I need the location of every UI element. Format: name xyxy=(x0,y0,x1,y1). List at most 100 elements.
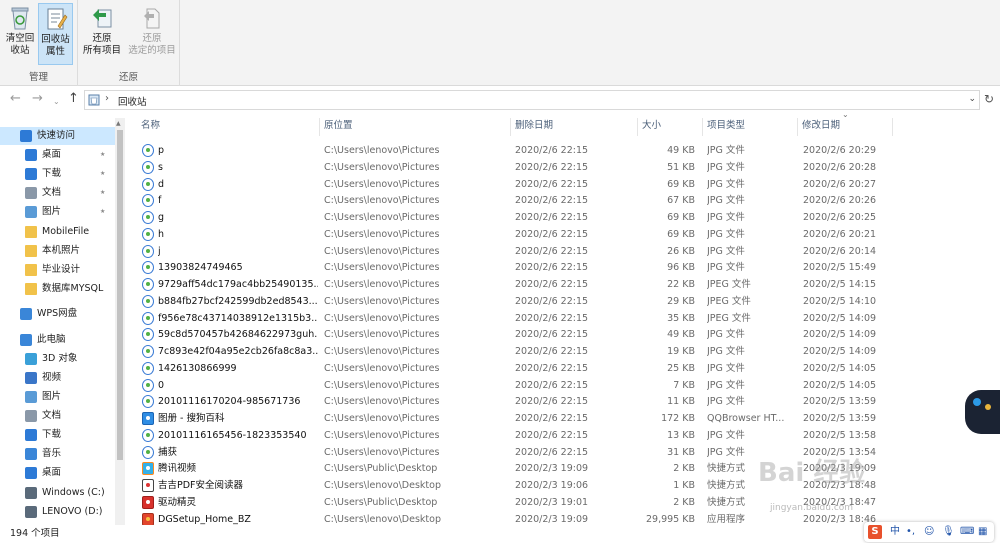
breadcrumb-separator-icon: › xyxy=(105,93,109,104)
address-path[interactable]: 回收站 xyxy=(118,94,147,108)
sidebar-item[interactable]: LENOVO (D:) xyxy=(0,503,115,521)
floating-widget[interactable] xyxy=(965,390,1000,434)
sidebar-item[interactable]: 下载 ★ xyxy=(0,165,115,183)
file-row[interactable]: 捕获 C:\Users\lenovo\Pictures 2020/2/6 22:15… xyxy=(128,444,998,461)
image-file-icon xyxy=(142,395,154,409)
restore-selected-button[interactable]: 还原 选定的项目 xyxy=(126,3,178,65)
file-row[interactable]: g C:\Users\lenovo\Pictures 2020/2/6 22:15 6… xyxy=(128,209,998,226)
emoji-icon[interactable]: ☺ xyxy=(924,525,934,539)
file-row[interactable]: p C:\Users\lenovo\Pictures 2020/2/6 22:15 4… xyxy=(128,142,998,159)
file-row[interactable]: 7c893e42f04a95e2cb26fa8c8a3... C:\Users\l… xyxy=(128,343,998,360)
ime-punct[interactable]: •, xyxy=(906,525,915,539)
ime-language[interactable]: 中 xyxy=(890,525,900,539)
file-row[interactable]: 1426130866999 C:\Users\lenovo\Pictures 202… xyxy=(128,360,998,377)
column-header-type[interactable]: 项目类型 xyxy=(703,118,798,136)
sidebar-item[interactable]: 此电脑 xyxy=(0,331,115,349)
sidebar-item[interactable]: 文档 xyxy=(0,407,115,425)
sidebar-item[interactable]: 快速访问 xyxy=(0,127,115,145)
file-type: JPG 文件 xyxy=(707,212,745,223)
file-row[interactable]: b884fb27bcf242599db2ed8543... C:\Users\le… xyxy=(128,293,998,310)
empty-recycle-bin-button[interactable]: 清空回 收站 xyxy=(3,3,37,65)
sidebar-item[interactable]: 3D 对象 xyxy=(0,350,115,368)
sidebar-item[interactable]: MobileFile xyxy=(0,223,115,241)
file-row[interactable]: 腾讯视频 C:\Users\Public\Desktop 2020/2/3 19:0… xyxy=(128,460,998,477)
address-dropdown-icon[interactable]: ⌄ xyxy=(968,94,976,104)
sidebar-item[interactable]: WPS网盘 xyxy=(0,305,115,323)
sidebar-item[interactable]: 毕业设计 xyxy=(0,261,115,279)
column-header-size[interactable]: 大小 xyxy=(638,118,703,136)
column-header-location[interactable]: 原位置 xyxy=(320,118,511,136)
sidebar-item[interactable]: 桌面 ★ xyxy=(0,146,115,164)
file-row[interactable]: h C:\Users\lenovo\Pictures 2020/2/6 22:15 6… xyxy=(128,226,998,243)
file-row[interactable]: 图册 - 搜狗百科 C:\Users\lenovo\Pictures 2020/2/… xyxy=(128,410,998,427)
sidebar-item[interactable]: 图片 ★ xyxy=(0,203,115,221)
restore-selected-label-2: 选定的项目 xyxy=(128,45,176,56)
file-row[interactable]: 吉吉PDF安全阅读器 C:\Users\lenovo\Desktop 2020/2/… xyxy=(128,477,998,494)
file-icon-mark xyxy=(146,499,150,504)
file-row[interactable]: 驱动精灵 C:\Users\Public\Desktop 2020/2/3 19:0… xyxy=(128,494,998,511)
file-row[interactable]: 9729aff54dc179ac4bb25490135... C:\Users\l… xyxy=(128,276,998,293)
file-location: C:\Users\lenovo\Pictures xyxy=(324,362,440,374)
pin-icon[interactable]: ★ xyxy=(100,203,105,221)
file-row[interactable]: 0 C:\Users\lenovo\Pictures 2020/2/6 22:15 7… xyxy=(128,377,998,394)
file-row[interactable]: 20101116170204-985671736 C:\Users\lenovo\… xyxy=(128,393,998,410)
pin-icon[interactable]: ★ xyxy=(100,184,105,202)
skin-icon[interactable]: ▦ xyxy=(978,525,987,539)
pin-icon[interactable]: ★ xyxy=(100,146,105,164)
file-row[interactable]: 59c8d570457b42684622973guh... C:\Users\le… xyxy=(128,326,998,343)
file-size: 49 KB xyxy=(667,329,695,341)
file-name: d xyxy=(158,178,165,190)
file-row[interactable]: f956e78c43714038912e1315b3... C:\Users\le… xyxy=(128,310,998,327)
file-row[interactable]: 13903824749465 C:\Users\lenovo\Pictures 20… xyxy=(128,259,998,276)
recent-dropdown-icon[interactable]: ⌄ xyxy=(53,94,60,110)
file-name: j xyxy=(158,245,161,257)
back-arrow-icon[interactable]: ← xyxy=(10,91,21,107)
sidebar-item[interactable]: 音乐 xyxy=(0,445,115,463)
sidebar-item[interactable]: 桌面 xyxy=(0,464,115,482)
sidebar-item[interactable]: 文档 ★ xyxy=(0,184,115,202)
refresh-icon[interactable]: ↻ xyxy=(984,92,994,106)
scroll-up-icon[interactable]: ▲ xyxy=(116,120,121,127)
forward-arrow-icon[interactable]: → xyxy=(32,91,43,107)
file-type: JPG 文件 xyxy=(707,262,745,274)
file-name: 20101116170204-985671736 xyxy=(158,396,301,408)
file-icon-mark xyxy=(146,449,150,454)
file-row[interactable]: d C:\Users\lenovo\Pictures 2020/2/6 22:15 6… xyxy=(128,176,998,193)
sidebar-scroll-thumb[interactable] xyxy=(117,130,123,460)
properties-label-1: 回收站 xyxy=(41,34,70,45)
restore-selected-label-1: 还原 xyxy=(142,33,162,44)
file-row[interactable]: j C:\Users\lenovo\Pictures 2020/2/6 22:15 2… xyxy=(128,243,998,260)
file-row[interactable]: s C:\Users\lenovo\Pictures 2020/2/6 22:15 5… xyxy=(128,159,998,176)
keyboard-icon[interactable]: ⌨ xyxy=(960,525,974,539)
pin-icon[interactable]: ★ xyxy=(100,165,105,183)
file-location: C:\Users\lenovo\Pictures xyxy=(324,228,440,240)
file-row[interactable]: f C:\Users\lenovo\Pictures 2020/2/6 22:15 6… xyxy=(128,192,998,209)
sidebar-item[interactable]: 图片 xyxy=(0,388,115,406)
column-header-deleted[interactable]: 删除日期 xyxy=(511,118,638,136)
sidebar-item[interactable]: Windows (C:) xyxy=(0,484,115,502)
file-type: JPG 文件 xyxy=(707,362,745,374)
sidebar-item[interactable]: 下载 xyxy=(0,426,115,444)
ime-toolbar[interactable]: S 中 •, ☺ 🎙 ⌨ ▦ xyxy=(864,522,994,542)
up-arrow-icon[interactable]: ↑ xyxy=(68,91,79,107)
column-header-modified[interactable]: 修改日期 xyxy=(798,118,893,136)
download-icon xyxy=(25,429,37,441)
file-modified-date: 2020/2/6 20:14 xyxy=(803,245,877,257)
sidebar-item[interactable]: 本机照片 xyxy=(0,242,115,260)
sidebar-item[interactable]: 数据库MYSQL xyxy=(0,280,115,298)
microphone-icon[interactable]: 🎙 xyxy=(942,525,955,539)
image-file-icon xyxy=(142,361,154,375)
file-row[interactable]: 20101116165456-1823353540 C:\Users\lenovo… xyxy=(128,427,998,444)
file-icon-mark xyxy=(146,432,150,437)
file-location: C:\Users\lenovo\Pictures xyxy=(324,279,440,290)
sidebar-item-label: 此电脑 xyxy=(37,334,66,345)
ribbon-group-restore: 还原 所有项目 还原 选定的项目 还原 xyxy=(78,0,180,86)
address-box[interactable]: › 回收站 ⌄ xyxy=(84,90,980,110)
recycle-bin-properties-button[interactable]: 回收站 属性 xyxy=(38,3,73,65)
desktop-icon xyxy=(25,149,37,161)
restore-all-button[interactable]: 还原 所有项目 xyxy=(80,3,124,65)
file-deleted-date: 2020/2/6 22:15 xyxy=(515,312,589,324)
sidebar-item[interactable]: 视频 xyxy=(0,369,115,387)
file-size: 1 KB xyxy=(673,480,695,491)
column-header-name[interactable]: 名称 xyxy=(137,118,320,136)
